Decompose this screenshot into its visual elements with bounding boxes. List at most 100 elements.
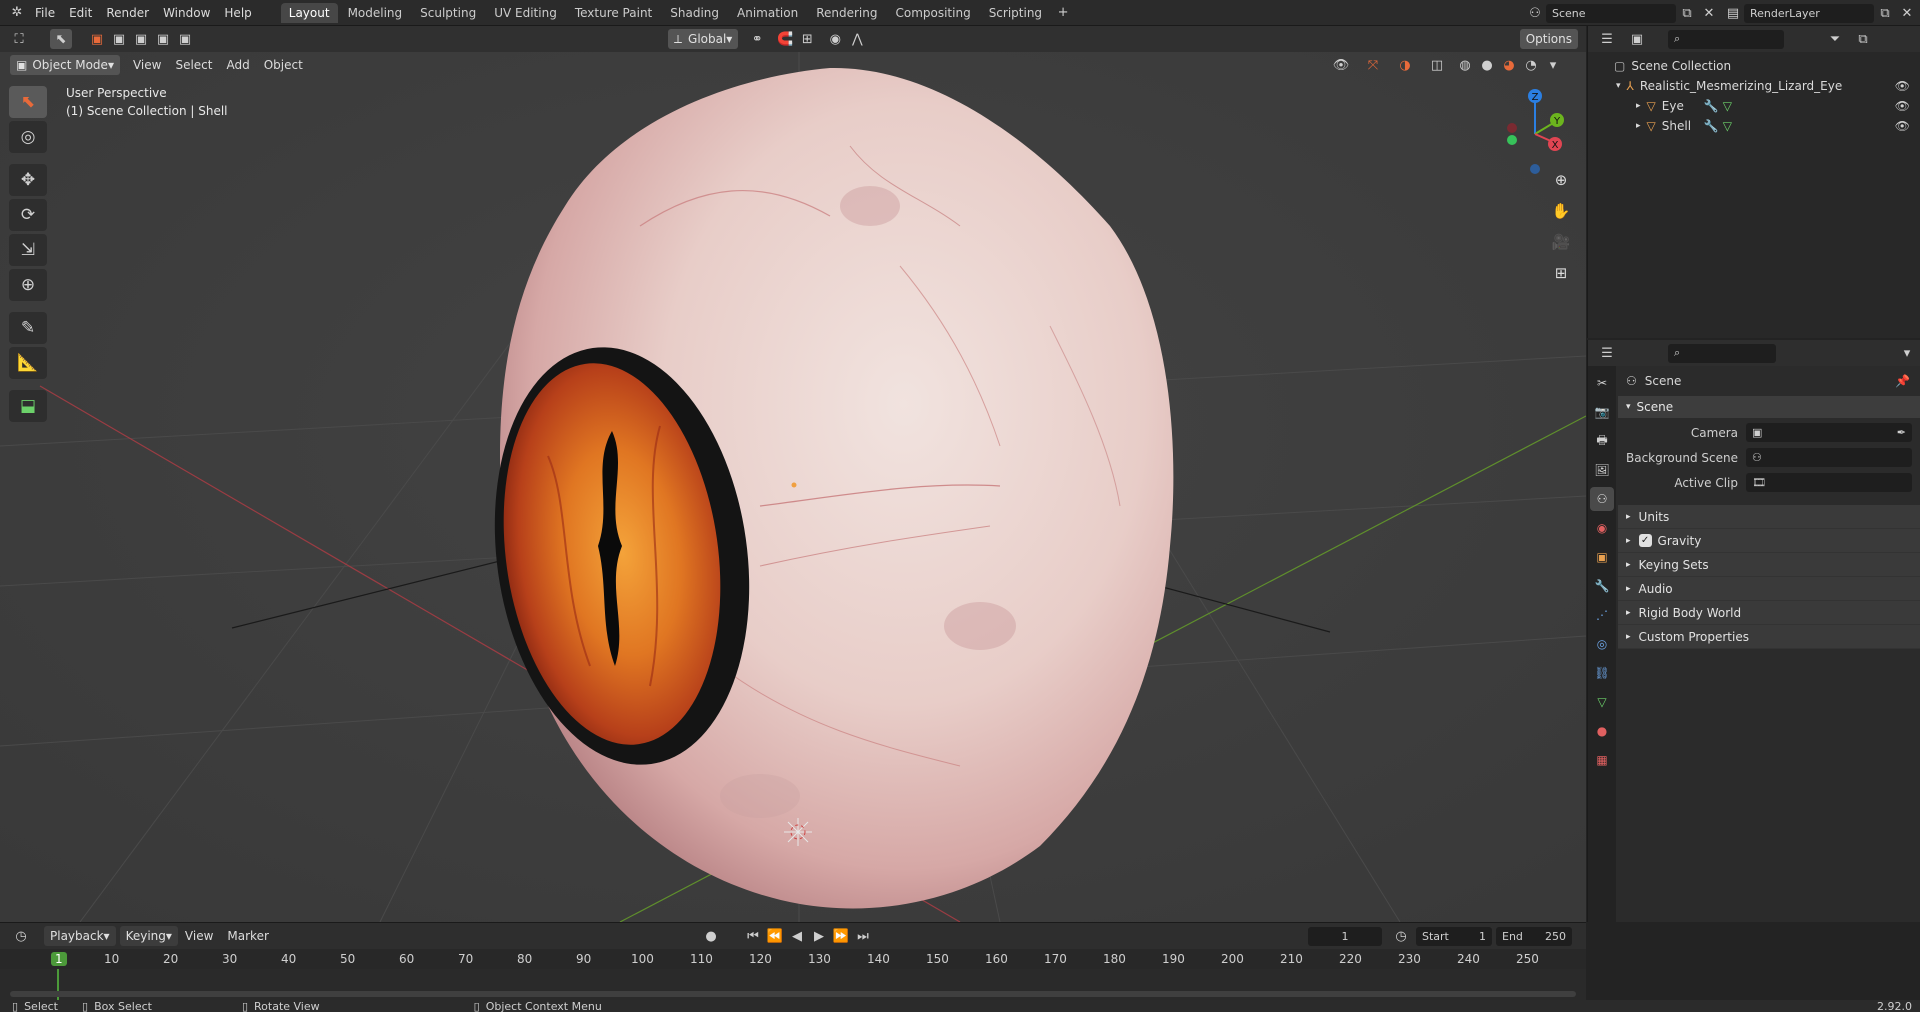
keying-dropdown[interactable]: Keying ▾ (119, 926, 178, 946)
menu-add[interactable]: Add (219, 58, 256, 72)
timeline-menu-view[interactable]: View (178, 929, 220, 943)
scene-selector[interactable]: Scene (1546, 3, 1676, 23)
blender-logo-icon[interactable]: ✲ (6, 3, 28, 23)
pin-icon[interactable]: 📌 (1895, 374, 1910, 388)
transform-tool-icon[interactable]: ⊕ (9, 269, 47, 301)
3d-viewport[interactable]: ⛶ ⬉ ▣ ▣ ▣ ▣ ▣ ⟂ Global ▾ ⚭ 🧲 ⊞ ◉ ⋀ Optio… (0, 26, 1586, 922)
output-tab-icon[interactable]: 🖶 (1590, 429, 1614, 453)
visibility-eye-icon[interactable]: 👁 (1895, 79, 1910, 93)
tab-sculpting[interactable]: Sculpting (412, 3, 484, 23)
constraints-tab-icon[interactable]: ⛓ (1590, 661, 1614, 685)
outliner-search-input[interactable]: ⌕ (1668, 29, 1784, 49)
rigid-body-world-panel[interactable]: ▸ Rigid Body World (1618, 601, 1920, 625)
background-scene-field[interactable]: ⚇ (1746, 448, 1912, 467)
orientation-dropdown[interactable]: ⟂ Global ▾ (668, 29, 739, 49)
units-panel[interactable]: ▸ Units (1618, 505, 1920, 529)
display-mode-icon[interactable]: ▣ (1626, 29, 1648, 49)
outliner-row-shell[interactable]: ▸ ▽ Shell 🔧 ▽ 👁 (1588, 116, 1920, 136)
timeline-menu-marker[interactable]: Marker (220, 929, 275, 943)
select-tool-icon[interactable]: ⬉ (50, 29, 72, 49)
object-tab-icon[interactable]: ▣ (1590, 545, 1614, 569)
select-invert-icon[interactable]: ▣ (152, 29, 174, 49)
tab-layout[interactable]: Layout (280, 2, 338, 23)
outliner-scene-collection[interactable]: ▢ Scene Collection (1588, 56, 1920, 76)
shading-options-icon[interactable]: ▾ (1542, 55, 1564, 75)
next-keyframe-icon[interactable]: ⏩ (830, 926, 852, 946)
properties-search-input[interactable]: ⌕ (1668, 343, 1776, 363)
add-cube-tool-icon[interactable]: ⬓ (9, 390, 47, 422)
physics-tab-icon[interactable]: ◎ (1590, 632, 1614, 656)
end-frame-field[interactable]: End 250 (1496, 926, 1572, 946)
wireframe-shading-icon[interactable]: ◍ (1454, 55, 1476, 75)
options-dropdown[interactable]: Options (1519, 29, 1578, 49)
material-tab-icon[interactable]: ● (1590, 719, 1614, 743)
visibility-eye-icon[interactable]: 👁 (1895, 119, 1910, 133)
new-collection-icon[interactable]: ⧉ (1852, 29, 1874, 49)
mode-dropdown[interactable]: ▣ Object Mode ▾ (10, 55, 120, 75)
xray-icon[interactable]: ◫ (1426, 55, 1448, 75)
pan-view-icon[interactable]: ✋ (1547, 197, 1575, 225)
scene-panel-header[interactable]: ▾ Scene (1618, 396, 1920, 418)
solid-shading-icon[interactable]: ● (1476, 55, 1498, 75)
filter-icon[interactable]: ⏷ (1824, 29, 1846, 49)
world-tab-icon[interactable]: ◉ (1590, 516, 1614, 540)
expand-arrow-icon[interactable]: ▸ (1636, 101, 1641, 111)
auto-keying-icon[interactable]: ● (700, 926, 722, 946)
add-workspace-icon[interactable]: + (1052, 3, 1074, 23)
menu-select[interactable]: Select (168, 58, 219, 72)
audio-panel[interactable]: ▸ Audio (1618, 577, 1920, 601)
tool-tab-icon[interactable]: ✂ (1590, 371, 1614, 395)
select-extend-icon[interactable]: ▣ (108, 29, 130, 49)
view-layer-selector[interactable]: RenderLayer (1744, 3, 1874, 23)
keying-sets-panel[interactable]: ▸ Keying Sets (1618, 553, 1920, 577)
pivot-point-icon[interactable]: ⚭ (746, 29, 768, 49)
start-frame-field[interactable]: Start 1 (1416, 926, 1492, 946)
ortho-toggle-icon[interactable]: ⊞ (1547, 259, 1575, 287)
jump-end-icon[interactable]: ⏭ (852, 926, 874, 946)
timeline-editor-icon[interactable]: ◷ (10, 926, 32, 946)
tab-rendering[interactable]: Rendering (808, 3, 885, 23)
scale-tool-icon[interactable]: ⇲ (9, 234, 47, 266)
tab-uv-editing[interactable]: UV Editing (486, 3, 565, 23)
expand-arrow-icon[interactable]: ▸ (1636, 121, 1641, 131)
new-view-layer-icon[interactable]: ⧉ (1874, 3, 1896, 23)
properties-editor-icon[interactable]: ☰ (1596, 343, 1618, 363)
prev-keyframe-icon[interactable]: ⏪ (764, 926, 786, 946)
select-intersect-icon[interactable]: ▣ (174, 29, 196, 49)
menu-object[interactable]: Object (257, 58, 310, 72)
measure-tool-icon[interactable]: 📐 (9, 347, 47, 379)
tab-compositing[interactable]: Compositing (887, 3, 978, 23)
play-reverse-icon[interactable]: ◀ (786, 926, 808, 946)
outliner-editor-icon[interactable]: ☰ (1596, 29, 1618, 49)
3d-cursor[interactable] (784, 818, 812, 846)
render-tab-icon[interactable]: 📷 (1590, 400, 1614, 424)
cursor-tool-icon[interactable]: ◎ (9, 121, 47, 153)
scene-icon[interactable]: ⚇ (1524, 3, 1546, 23)
modifier-tab-icon[interactable]: 🔧 (1590, 574, 1614, 598)
expand-arrow-icon[interactable]: ▾ (1616, 81, 1621, 91)
gizmo-neg-x-handle[interactable] (1507, 123, 1517, 133)
select-subtract-icon[interactable]: ▣ (130, 29, 152, 49)
tab-texture-paint[interactable]: Texture Paint (567, 3, 660, 23)
data-tab-icon[interactable]: ▽ (1590, 690, 1614, 714)
properties-options-icon[interactable]: ▾ (1896, 343, 1918, 363)
eyedropper-icon[interactable]: ✒ (1897, 426, 1906, 439)
annotate-tool-icon[interactable]: ✎ (9, 312, 47, 344)
falloff-icon[interactable]: ⋀ (846, 29, 868, 49)
tab-shading[interactable]: Shading (662, 3, 727, 23)
proportional-edit-icon[interactable]: ◉ (824, 29, 846, 49)
visibility-eye-icon[interactable]: 👁 (1895, 99, 1910, 113)
timeline-scrollbar[interactable] (10, 991, 1576, 997)
tab-animation[interactable]: Animation (729, 3, 806, 23)
gizmo-neg-z-handle[interactable] (1530, 164, 1540, 174)
timeline-ruler[interactable]: 1 10 20 30 40 50 60 70 80 90 100 110 120… (0, 949, 1586, 969)
texture-tab-icon[interactable]: ▦ (1590, 748, 1614, 772)
playhead-frame[interactable]: 1 (51, 952, 67, 966)
gravity-checkbox[interactable]: ✓ (1638, 534, 1652, 547)
select-new-icon[interactable]: ▣ (86, 29, 108, 49)
snap-target-icon[interactable]: ⊞ (796, 29, 818, 49)
visibility-icon[interactable]: 👁 (1330, 55, 1352, 75)
current-frame-field[interactable]: 1 (1308, 926, 1382, 946)
outliner-row-collection[interactable]: ▾ ⅄ Realistic_Mesmerizing_Lizard_Eye 👁 (1588, 76, 1920, 96)
outliner-row-eye[interactable]: ▸ ▽ Eye 🔧 ▽ 👁 (1588, 96, 1920, 116)
